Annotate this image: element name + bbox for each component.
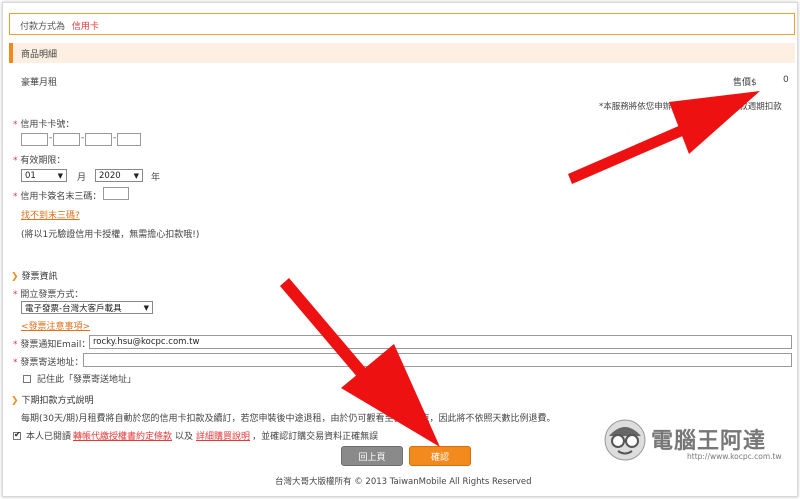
payment-form-page: 付款方式為 信用卡 商品明細 豪華月租 售價$ 0 *本服務將依您申辦的資費，於… [2, 2, 798, 497]
annotation-arrows [280, 91, 760, 447]
arrow-to-confirm-button-icon [280, 278, 440, 447]
arrow-to-price-notice-icon [568, 91, 760, 184]
